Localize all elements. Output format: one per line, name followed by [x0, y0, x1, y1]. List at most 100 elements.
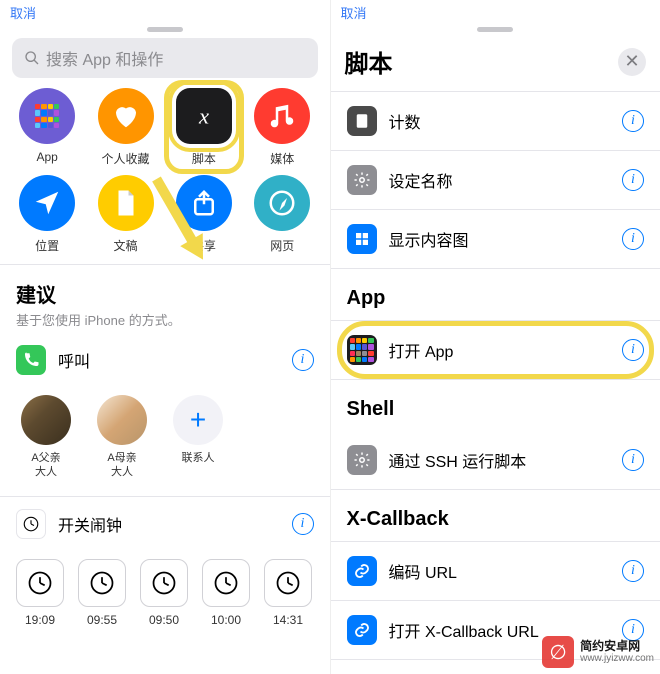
- alarm-item[interactable]: 09:50: [140, 559, 188, 627]
- sheet-grabber[interactable]: [331, 25, 660, 38]
- list-item[interactable]: 计数 i: [331, 91, 660, 151]
- category-label: 网页: [270, 237, 294, 254]
- safari-icon: [254, 175, 310, 231]
- watermark-text: 简约安卓网: [580, 639, 654, 653]
- phone-icon: [16, 345, 46, 375]
- cancel-link[interactable]: 取消: [331, 0, 660, 25]
- call-row[interactable]: 呼叫 i: [0, 333, 330, 387]
- alarm-times-row: 19:09 09:55 09:50 10:00 14:31: [0, 551, 330, 635]
- avatar: [97, 395, 147, 445]
- sheet-grabber[interactable]: [0, 25, 330, 38]
- android-icon: ∅: [542, 636, 574, 668]
- contact-label: A父亲大人: [31, 451, 60, 480]
- heart-icon: [98, 88, 154, 144]
- alarm-item[interactable]: 10:00: [202, 559, 250, 627]
- share-icon: [176, 175, 232, 231]
- item-label: 显示内容图: [389, 227, 611, 251]
- contact-label: 联系人: [182, 451, 215, 465]
- info-button[interactable]: i: [292, 349, 314, 371]
- category-label: 脚本: [192, 150, 216, 167]
- contact-label: A母亲大人: [107, 451, 136, 480]
- category-script[interactable]: 脚本: [167, 88, 241, 167]
- close-button[interactable]: ✕: [618, 48, 646, 76]
- watermark: ∅ 简约安卓网 www.jyizww.com: [542, 636, 654, 668]
- contact-item[interactable]: A母亲大人: [92, 395, 152, 480]
- search-input[interactable]: 搜索 App 和操作: [12, 38, 318, 78]
- add-contact-button[interactable]: + 联系人: [168, 395, 228, 480]
- info-button[interactable]: i: [622, 560, 644, 582]
- info-button[interactable]: i: [292, 513, 314, 535]
- alarm-item[interactable]: 19:09: [16, 559, 64, 627]
- clock-icon: [264, 559, 312, 607]
- ssh-row[interactable]: 通过 SSH 运行脚本 i: [331, 431, 660, 490]
- right-panel: 取消 脚本 ✕ 计数 i 设定名称 i 显示内容图 i App 打开 App i: [331, 0, 660, 674]
- category-grid: App 个人收藏 脚本 媒体位置 文稿 共享 网页: [0, 88, 330, 264]
- open-app-label: 打开 App: [389, 338, 611, 362]
- gear-icon: [347, 165, 377, 195]
- page-title: 脚本: [345, 44, 393, 79]
- clock-icon: [16, 559, 64, 607]
- open-app-row[interactable]: 打开 App i: [331, 320, 660, 380]
- apps-icon: [19, 88, 75, 144]
- category-apps[interactable]: App: [10, 88, 84, 167]
- category-label: 文稿: [114, 237, 138, 254]
- call-label: 呼叫: [58, 348, 280, 372]
- item-label: 编码 URL: [389, 559, 611, 583]
- category-label: 个人收藏: [102, 150, 150, 167]
- calculator-icon: [347, 106, 377, 136]
- apps-icon: [347, 335, 377, 365]
- section-xcb-title: X-Callback: [331, 490, 660, 541]
- info-button[interactable]: i: [622, 339, 644, 361]
- alarm-time-label: 10:00: [211, 613, 241, 627]
- alarm-item[interactable]: 14:31: [264, 559, 312, 627]
- plus-icon: +: [173, 395, 223, 445]
- alarm-row[interactable]: 开关闹钟 i: [0, 496, 330, 551]
- cancel-link[interactable]: 取消: [0, 0, 330, 25]
- location-icon: [19, 175, 75, 231]
- list-item[interactable]: 编码 URL i: [331, 541, 660, 601]
- info-button[interactable]: i: [622, 110, 644, 132]
- item-label: 计数: [389, 109, 611, 133]
- clock-icon: [16, 509, 46, 539]
- alarm-time-label: 14:31: [273, 613, 303, 627]
- item-label: 设定名称: [389, 168, 611, 192]
- section-app-title: App: [331, 269, 660, 320]
- clock-icon: [78, 559, 126, 607]
- suggestions-section: 建议 基于您使用 iPhone 的方式。: [0, 264, 330, 333]
- category-label: 媒体: [270, 150, 294, 167]
- search-placeholder: 搜索 App 和操作: [46, 46, 163, 70]
- music-icon: [254, 88, 310, 144]
- watermark-url: www.jyizww.com: [580, 653, 654, 665]
- alarm-item[interactable]: 09:55: [78, 559, 126, 627]
- section-shell-title: Shell: [331, 380, 660, 431]
- info-button[interactable]: i: [622, 169, 644, 191]
- category-music[interactable]: 媒体: [245, 88, 319, 167]
- info-button[interactable]: i: [622, 228, 644, 250]
- clock-icon: [202, 559, 250, 607]
- search-icon: [24, 50, 40, 66]
- left-panel: 取消 搜索 App 和操作 App 个人收藏 脚本 媒体位置 文稿 共享 网页 建议 基于您…: [0, 0, 331, 674]
- contact-item[interactable]: A父亲大人: [16, 395, 76, 480]
- category-safari[interactable]: 网页: [245, 175, 319, 254]
- clock-icon: [140, 559, 188, 607]
- document-icon: [98, 175, 154, 231]
- suggestions-title: 建议: [16, 279, 314, 308]
- link-icon: [347, 615, 377, 645]
- category-label: App: [37, 150, 58, 164]
- category-label: 共享: [192, 237, 216, 254]
- category-share[interactable]: 共享: [167, 175, 241, 254]
- list-item[interactable]: 设定名称 i: [331, 151, 660, 210]
- script-icon: [176, 88, 232, 144]
- info-button[interactable]: i: [622, 449, 644, 471]
- gear-icon: [347, 445, 377, 475]
- alarm-time-label: 09:50: [149, 613, 179, 627]
- category-label: 位置: [35, 237, 59, 254]
- alarm-time-label: 19:09: [25, 613, 55, 627]
- list-item[interactable]: 显示内容图 i: [331, 210, 660, 269]
- link-icon: [347, 556, 377, 586]
- category-location[interactable]: 位置: [10, 175, 84, 254]
- category-document[interactable]: 文稿: [88, 175, 162, 254]
- ssh-label: 通过 SSH 运行脚本: [389, 448, 611, 472]
- contacts-row: A父亲大人 A母亲大人 + 联系人: [0, 387, 330, 496]
- category-heart[interactable]: 个人收藏: [88, 88, 162, 167]
